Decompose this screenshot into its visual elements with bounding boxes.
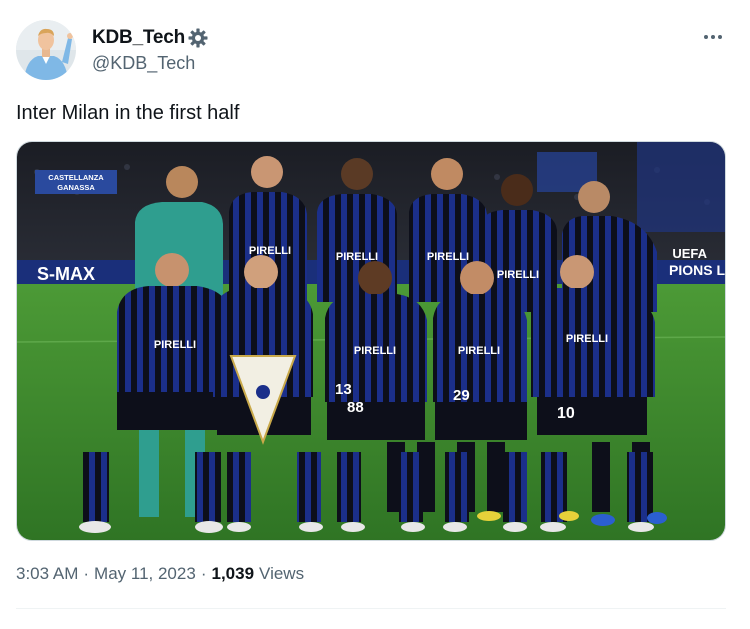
more-dot-icon: [711, 35, 715, 39]
tweet-text: Inter Milan in the first half: [16, 102, 240, 124]
svg-text:PIRELLI: PIRELLI: [354, 345, 396, 357]
more-dot-icon: [704, 35, 708, 39]
svg-text:PIRELLI: PIRELLI: [458, 345, 500, 357]
avatar[interactable]: [16, 20, 76, 80]
display-name-row: KDB_Tech: [92, 26, 209, 50]
handle[interactable]: @KDB_Tech: [92, 53, 209, 74]
more-dot-icon: [718, 35, 722, 39]
player-number: 29: [453, 387, 470, 404]
team-photo: CASTELLANZA GANASSA S-MAX UEFA PIONS L P…: [17, 142, 725, 540]
svg-text:PIRELLI: PIRELLI: [497, 269, 539, 281]
svg-text:PIRELLI: PIRELLI: [249, 245, 291, 257]
svg-text:PIRELLI: PIRELLI: [566, 333, 608, 345]
author-names: KDB_Tech @KDB_Tech: [92, 26, 209, 74]
svg-text:GANASSA: GANASSA: [57, 183, 95, 192]
more-options-button[interactable]: [698, 22, 728, 52]
tweet-meta: 3:03 AM · May 11, 2023 · 1,039 Views: [16, 564, 304, 584]
views-label: Views: [259, 564, 305, 583]
player-number: 10: [557, 405, 575, 422]
meta-separator: ·: [83, 564, 90, 583]
banner-right-top-text: UEFA: [672, 246, 707, 261]
gear-icon: [187, 27, 209, 49]
views-count: 1,039: [211, 564, 255, 583]
display-name[interactable]: KDB_Tech: [92, 27, 185, 49]
banner-left-text: S-MAX: [37, 264, 95, 284]
divider: [16, 608, 726, 609]
player-number: 13: [335, 381, 352, 398]
banner-right-bottom-text: PIONS L: [669, 262, 725, 278]
tweet-date[interactable]: May 11, 2023: [94, 564, 196, 584]
player-number: 88: [347, 399, 364, 416]
tweet-time[interactable]: 3:03 AM: [16, 564, 78, 584]
svg-text:PIRELLI: PIRELLI: [427, 251, 469, 263]
avatar-image: [16, 20, 76, 80]
svg-text:PIRELLI: PIRELLI: [154, 339, 196, 351]
banner-top-text: CASTELLANZA: [48, 173, 104, 182]
meta-separator: ·: [200, 564, 207, 583]
svg-text:PIRELLI: PIRELLI: [336, 251, 378, 263]
tweet-media-photo[interactable]: CASTELLANZA GANASSA S-MAX UEFA PIONS L P…: [16, 141, 726, 541]
tweet-header: KDB_Tech @KDB_Tech: [16, 20, 734, 80]
